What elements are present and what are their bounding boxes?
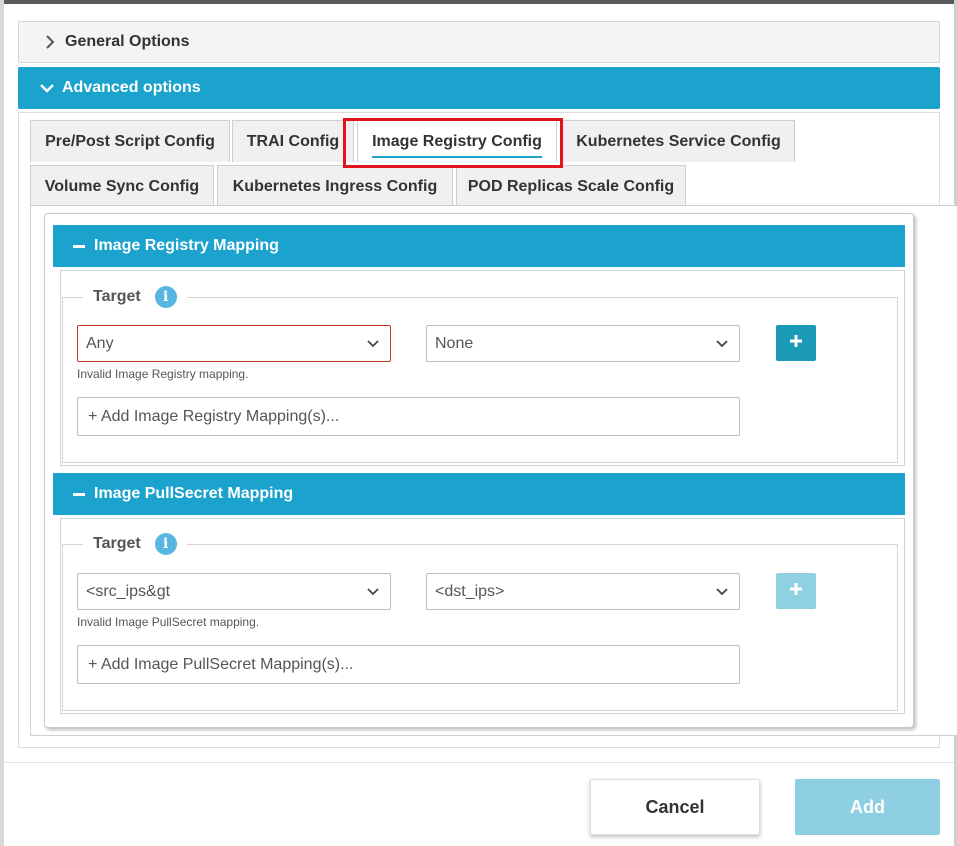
tab-label: Pre/Post Script Config: [45, 132, 215, 150]
collapse-minus-icon: [73, 244, 85, 248]
select-value: <src_ips&gt: [86, 582, 171, 600]
target-label: Target: [93, 535, 141, 552]
tab-image-registry-config[interactable]: Image Registry Config: [357, 120, 557, 162]
cancel-button[interactable]: Cancel: [590, 779, 760, 835]
chevron-down-icon: [38, 79, 56, 97]
info-icon[interactable]: i: [154, 286, 177, 308]
tab-pod-replicas-scale-config[interactable]: POD Replicas Scale Config: [456, 165, 686, 207]
chevron-down-icon: [366, 337, 380, 351]
image-pullsecret-mapping-header[interactable]: Image PullSecret Mapping: [53, 473, 905, 515]
pullsecret-mappings-input[interactable]: + Add Image PullSecret Mapping(s)...: [77, 645, 740, 684]
chevron-right-icon: [41, 33, 59, 51]
pullsecret-target-select[interactable]: <dst_ips>: [426, 573, 740, 610]
registry-error-text: Invalid Image Registry mapping.: [77, 367, 249, 381]
add-pullsecret-mapping-button[interactable]: [776, 573, 816, 609]
select-value: None: [435, 334, 474, 352]
tab-kubernetes-ingress-config[interactable]: Kubernetes Ingress Config: [217, 165, 453, 207]
tab-trai-config[interactable]: TRAI Config: [232, 120, 354, 162]
chevron-down-icon: [366, 585, 380, 599]
tab-label: POD Replicas Scale Config: [467, 177, 675, 195]
section-title: Image Registry Mapping: [94, 237, 279, 254]
chevron-down-icon: [715, 585, 729, 599]
registry-mappings-input[interactable]: + Add Image Registry Mapping(s)...: [77, 397, 740, 436]
chevron-down-icon: [715, 337, 729, 351]
tab-label: TRAI Config: [246, 132, 340, 150]
window-left-edge: [0, 0, 4, 846]
select-value: Any: [86, 334, 114, 352]
general-options-label: General Options: [65, 33, 190, 50]
cancel-label: Cancel: [645, 796, 705, 817]
plus-icon: [788, 333, 804, 354]
tab-pre-post-script-config[interactable]: Pre/Post Script Config: [30, 120, 230, 162]
section-title: Image PullSecret Mapping: [94, 485, 294, 502]
tab-label: Image Registry Config: [372, 132, 542, 150]
tab-label: Volume Sync Config: [44, 177, 200, 195]
select-value: <dst_ips>: [435, 582, 505, 600]
active-tab-underline: [372, 156, 542, 158]
add-mapping-placeholder: + Add Image PullSecret Mapping(s)...: [88, 655, 354, 673]
tab-volume-sync-config[interactable]: Volume Sync Config: [30, 165, 214, 207]
add-mapping-placeholder: + Add Image Registry Mapping(s)...: [88, 407, 340, 425]
advanced-options-header[interactable]: Advanced options: [18, 67, 940, 109]
collapse-minus-icon: [73, 492, 85, 496]
tab-label: Kubernetes Service Config: [576, 132, 781, 150]
add-label: Add: [850, 796, 885, 817]
registry-target-legend: Target i: [83, 285, 187, 309]
add-button[interactable]: Add: [795, 779, 940, 835]
image-registry-mapping-header[interactable]: Image Registry Mapping: [53, 225, 905, 267]
tab-label: Kubernetes Ingress Config: [232, 177, 438, 195]
window-top-bar: [0, 0, 957, 4]
tab-kubernetes-service-config[interactable]: Kubernetes Service Config: [562, 120, 795, 162]
advanced-options-label: Advanced options: [62, 79, 201, 96]
footer-divider: [4, 762, 954, 763]
target-label: Target: [93, 288, 141, 305]
pullsecret-source-select[interactable]: <src_ips&gt: [77, 573, 391, 610]
info-icon[interactable]: i: [154, 533, 177, 555]
pullsecret-target-legend: Target i: [83, 532, 187, 556]
plus-icon: [788, 581, 804, 602]
registry-source-select[interactable]: Any: [77, 325, 391, 362]
general-options-header[interactable]: General Options: [18, 21, 940, 63]
registry-target-select[interactable]: None: [426, 325, 740, 362]
pullsecret-error-text: Invalid Image PullSecret mapping.: [77, 615, 260, 629]
add-registry-mapping-button[interactable]: [776, 325, 816, 361]
